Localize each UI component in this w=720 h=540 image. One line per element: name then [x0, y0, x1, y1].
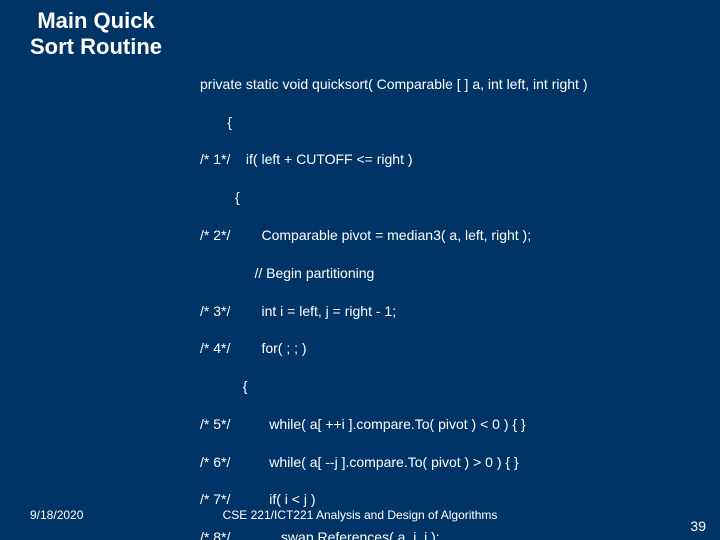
footer-course: CSE 221/ICT221 Analysis and Design of Al… — [0, 508, 720, 522]
slide-title: Main Quick Sort Routine — [16, 8, 176, 61]
code-block: private static void quicksort( Comparabl… — [200, 56, 700, 540]
code-line: { — [200, 188, 700, 207]
code-line: /* 1*/ if( left + CUTOFF <= right ) — [200, 150, 700, 169]
code-line: { — [200, 377, 700, 396]
code-line: /* 6*/ while( a[ --j ].compare.To( pivot… — [200, 453, 700, 472]
code-line: /* 2*/ Comparable pivot = median3( a, le… — [200, 226, 700, 245]
code-line: /* 7*/ if( i < j ) — [200, 490, 700, 509]
code-line: /* 8*/ swap.References( a, i, j ); — [200, 528, 700, 540]
slide-number: 39 — [690, 518, 706, 534]
code-line: { — [200, 113, 700, 132]
code-line: // Begin partitioning — [200, 264, 700, 283]
code-line: /* 3*/ int i = left, j = right - 1; — [200, 302, 700, 321]
code-line: /* 5*/ while( a[ ++i ].compare.To( pivot… — [200, 415, 700, 434]
code-line: /* 4*/ for( ; ; ) — [200, 339, 700, 358]
code-line: private static void quicksort( Comparabl… — [200, 75, 700, 94]
